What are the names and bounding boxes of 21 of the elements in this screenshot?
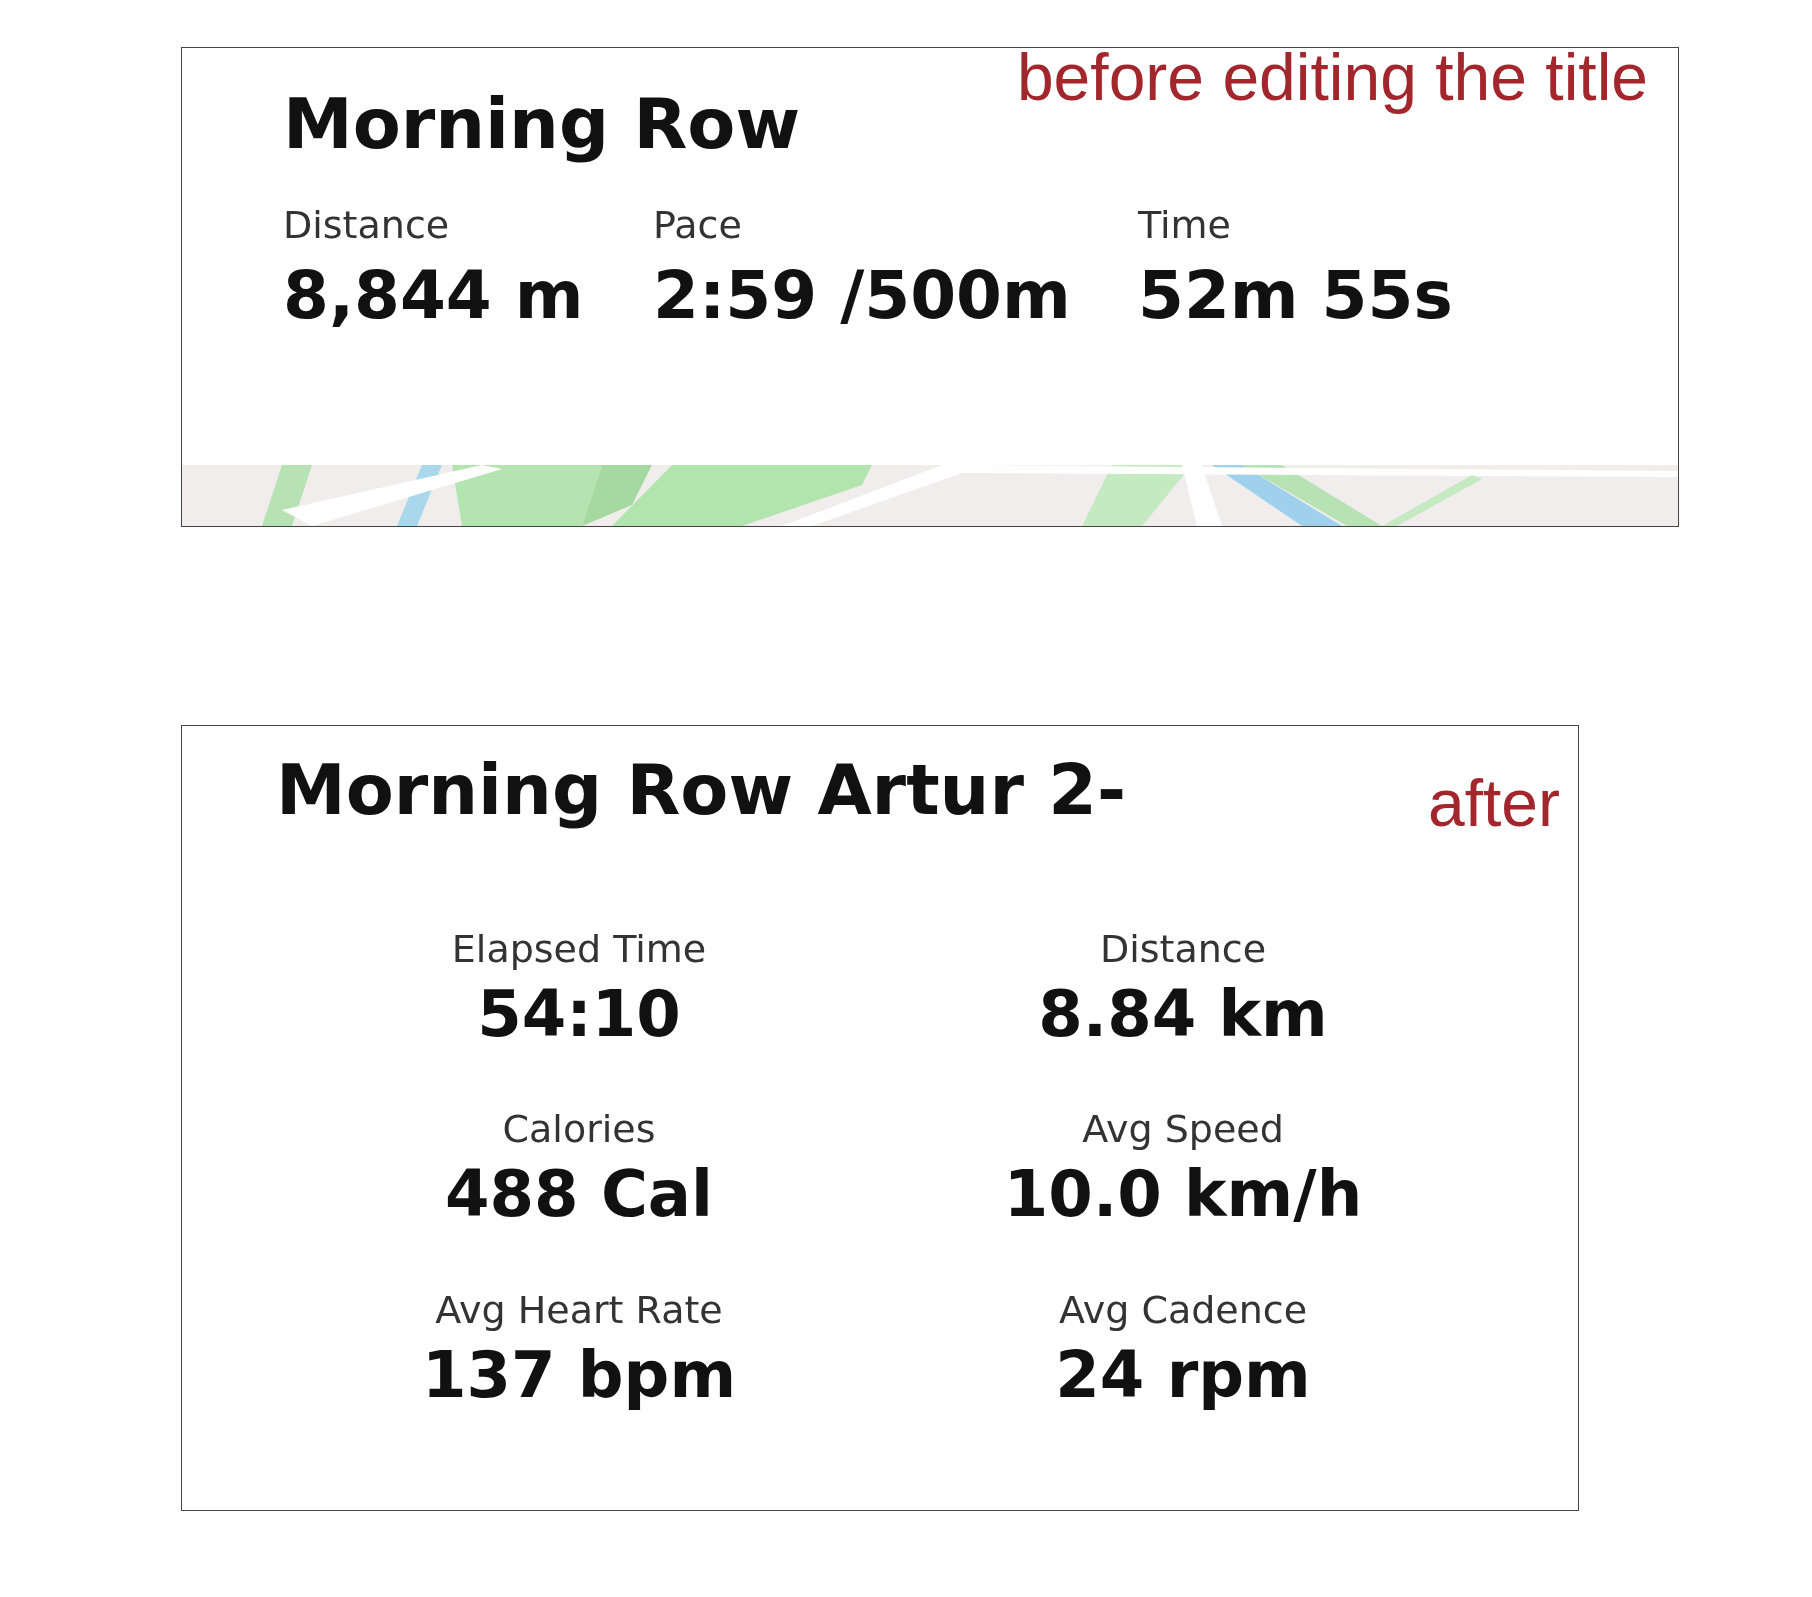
activity-title: Morning Row: [283, 86, 801, 163]
stat-label: Elapsed Time: [451, 927, 707, 971]
stat-label: Avg Heart Rate: [435, 1287, 723, 1332]
stat-label: Time: [1138, 203, 1231, 247]
stat-label: Avg Speed: [1082, 1107, 1284, 1152]
stat-label: Calories: [502, 1107, 656, 1152]
stat-value: 24 rpm: [1055, 1339, 1311, 1411]
stat-label: Distance: [1099, 927, 1267, 971]
stat-value: 488 Cal: [445, 1159, 713, 1230]
stat-value: 137 bpm: [421, 1339, 737, 1411]
stat-value: 10.0 km/h: [1003, 1159, 1363, 1230]
stat-value: 8,844 m: [283, 257, 584, 334]
stat-label: Avg Cadence: [1058, 1287, 1308, 1332]
activity-title: Morning Row Artur 2-: [276, 752, 1127, 829]
stat-label: Distance: [283, 203, 450, 247]
stat-value: 52m 55s: [1138, 257, 1453, 334]
stat-label: Pace: [653, 203, 742, 247]
stat-value: 54:10: [477, 979, 681, 1050]
annotation: after: [1427, 770, 1560, 836]
stat-value: 2:59 /500m: [653, 257, 1071, 334]
stat-value: 8.84 km: [1038, 979, 1328, 1050]
